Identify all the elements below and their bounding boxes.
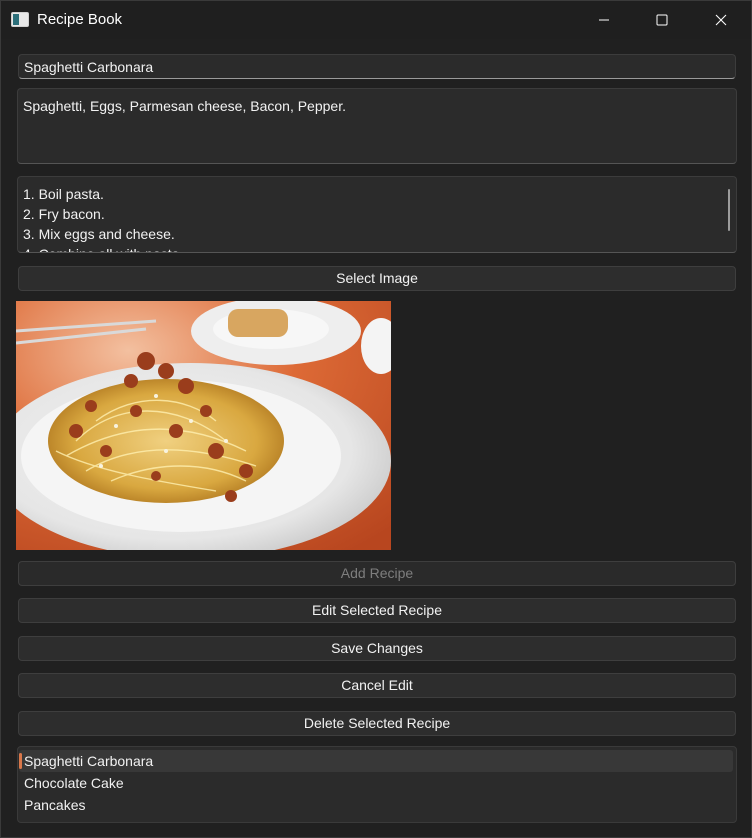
recipe-list-item[interactable]: Spaghetti Carbonara	[19, 750, 733, 772]
minimize-icon	[599, 19, 609, 21]
step-line: 1. Boil pasta.	[23, 186, 104, 202]
recipe-list[interactable]: Spaghetti Carbonara Chocolate Cake Panca…	[17, 746, 737, 823]
title-bar[interactable]: Recipe Book	[1, 1, 751, 39]
maximize-icon	[656, 14, 668, 26]
step-line: 4. Combine all with pasta.	[23, 244, 731, 252]
app-window-icon	[11, 12, 29, 27]
recipe-list-item[interactable]: Chocolate Cake	[19, 772, 733, 794]
step-line: 2. Fry bacon.	[23, 206, 105, 222]
window-title: Recipe Book	[37, 11, 123, 28]
close-icon	[715, 14, 727, 26]
add-recipe-button[interactable]: Add Recipe	[18, 561, 736, 586]
maximize-button[interactable]	[633, 1, 691, 39]
recipe-image	[16, 301, 391, 550]
app-window: Recipe Book Spaghetti Carbonara Spaghett…	[0, 0, 752, 838]
edit-selected-recipe-button[interactable]: Edit Selected Recipe	[18, 598, 736, 623]
main-content: Spaghetti Carbonara Spaghetti, Eggs, Par…	[1, 39, 751, 837]
recipe-photo	[16, 301, 391, 550]
ingredients-textarea[interactable]: Spaghetti, Eggs, Parmesan cheese, Bacon,…	[17, 88, 737, 164]
recipe-name-input[interactable]: Spaghetti Carbonara	[18, 54, 736, 79]
steps-textarea[interactable]: 1. Boil pasta. 2. Fry bacon. 3. Mix eggs…	[17, 176, 737, 253]
cancel-edit-button[interactable]: Cancel Edit	[18, 673, 736, 698]
step-line: 3. Mix eggs and cheese.	[23, 226, 175, 242]
close-button[interactable]	[692, 1, 750, 39]
delete-selected-recipe-button[interactable]: Delete Selected Recipe	[18, 711, 736, 736]
select-image-button[interactable]: Select Image	[18, 266, 736, 291]
steps-scrollbar[interactable]	[728, 189, 730, 231]
recipe-list-item[interactable]: Pancakes	[19, 794, 733, 816]
save-changes-button[interactable]: Save Changes	[18, 636, 736, 661]
minimize-button[interactable]	[575, 1, 633, 39]
